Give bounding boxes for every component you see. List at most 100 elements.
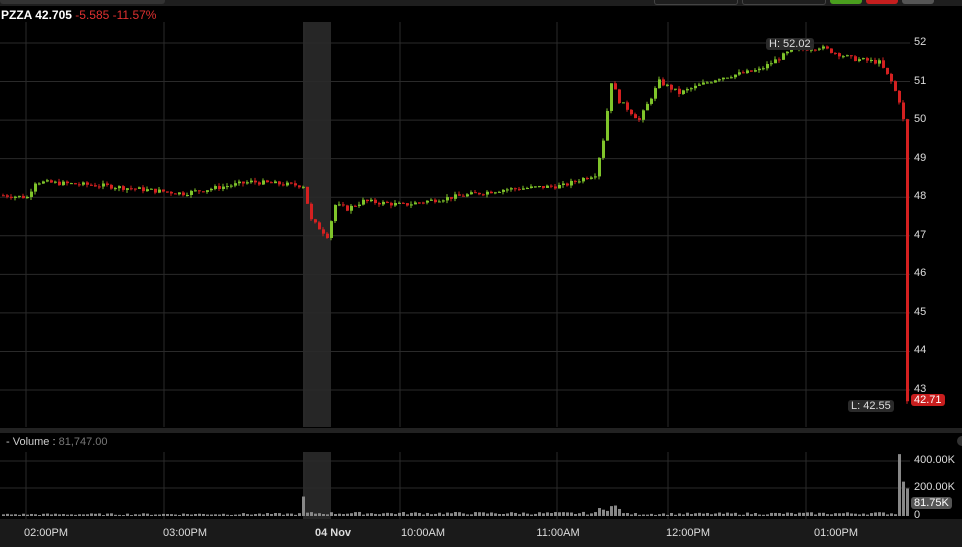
candle-body xyxy=(386,201,389,203)
candle-body xyxy=(234,183,237,186)
volume-bar xyxy=(618,508,621,516)
volume-bar xyxy=(154,514,157,516)
candle-body xyxy=(858,59,861,61)
high-label: H: 52.02 xyxy=(766,38,814,50)
volume-bar xyxy=(694,513,697,516)
candle-body xyxy=(442,200,445,202)
chart-window: PZZA 42.705 -5.585 -11.57% - Volume : 81… xyxy=(0,0,962,547)
volume-bar xyxy=(14,514,17,516)
volume-bar xyxy=(658,514,661,516)
candle-body xyxy=(534,186,537,188)
volume-bar xyxy=(322,514,325,516)
candle-body xyxy=(62,181,65,186)
candle-body xyxy=(614,83,617,90)
volume-bar xyxy=(810,512,813,516)
candle-body xyxy=(130,188,133,190)
volume-bar xyxy=(54,513,57,516)
candle-body xyxy=(270,182,273,184)
volume-bar xyxy=(462,513,465,516)
volume-bar xyxy=(602,509,605,516)
time-axis[interactable]: 02:00PM 03:00PM 04 Nov 10:00AM 11:00AM 12:00P… xyxy=(0,519,962,547)
candle-body xyxy=(478,192,481,195)
volume-bar xyxy=(774,512,777,516)
volume-bar xyxy=(186,514,189,516)
volume-bar xyxy=(494,513,497,516)
time-tick-label: 03:00PM xyxy=(162,527,208,539)
volume-bar xyxy=(898,454,901,516)
candle-body xyxy=(346,205,349,211)
candle-body xyxy=(82,182,85,185)
candle-body xyxy=(282,184,285,186)
candle-body xyxy=(86,182,89,185)
candle-body xyxy=(354,205,357,207)
candle-body xyxy=(242,181,245,184)
candle-body xyxy=(142,187,145,192)
candle-body xyxy=(590,177,593,179)
candle-body xyxy=(446,197,449,201)
candle-body xyxy=(782,53,785,60)
volume-bar xyxy=(34,514,37,516)
volume-bar xyxy=(754,513,757,516)
volume-bar xyxy=(702,513,705,516)
volume-bar xyxy=(98,513,101,516)
volume-bar xyxy=(734,512,737,516)
volume-bar xyxy=(886,514,889,516)
candle-body xyxy=(842,56,845,58)
candle-body xyxy=(178,192,181,195)
volume-bar xyxy=(542,513,545,516)
volume-bar xyxy=(446,512,449,516)
volume-bar xyxy=(130,515,133,516)
candle-body xyxy=(18,195,21,197)
volume-bar xyxy=(878,512,881,516)
volume-bar xyxy=(106,513,109,516)
candle-body xyxy=(126,188,129,190)
volume-bar xyxy=(482,512,485,516)
volume-bar xyxy=(102,515,105,516)
volume-bar xyxy=(162,513,165,516)
volume-bar xyxy=(550,513,553,516)
candle-body xyxy=(278,181,281,185)
candle-body xyxy=(158,189,161,193)
volume-bar xyxy=(182,513,185,516)
candle-body xyxy=(622,102,625,104)
price-chart[interactable] xyxy=(0,0,962,547)
volume-bar xyxy=(202,513,205,516)
volume-bar xyxy=(282,514,285,516)
volume-bar xyxy=(410,512,413,516)
candle-body xyxy=(642,110,645,120)
candle-body xyxy=(702,82,705,85)
candle-body xyxy=(374,199,377,204)
volume-bar xyxy=(538,512,541,516)
candle-body xyxy=(462,195,465,197)
candle-body xyxy=(438,201,441,203)
candle-body xyxy=(286,182,289,186)
candle-body xyxy=(450,197,453,199)
candle-body xyxy=(786,51,789,54)
volume-bar xyxy=(842,513,845,516)
volume-bar xyxy=(498,513,501,516)
candle-body xyxy=(742,72,745,74)
candle-body xyxy=(526,188,529,190)
volume-bar xyxy=(638,514,641,516)
volume-bar xyxy=(426,512,429,516)
candle-body xyxy=(846,55,849,57)
candle-body xyxy=(110,184,113,189)
candle-body xyxy=(586,178,589,180)
volume-tick-label: 400.00K xyxy=(914,454,955,466)
candle-body xyxy=(10,196,13,198)
candle-body xyxy=(302,186,305,188)
volume-bar xyxy=(114,514,117,516)
candle-body xyxy=(138,187,141,189)
candle-body xyxy=(370,199,373,202)
volume-bar xyxy=(358,511,361,516)
volume-bar xyxy=(38,514,41,516)
candle-body xyxy=(434,199,437,203)
candle-body xyxy=(198,190,201,192)
candle-body xyxy=(74,183,77,185)
session-gap-band-volume xyxy=(303,452,331,519)
candle-body xyxy=(870,59,873,61)
quote-header: PZZA 42.705 -5.585 -11.57% xyxy=(1,8,156,22)
volume-bar xyxy=(118,514,121,516)
candle-body xyxy=(638,118,641,120)
candle-body xyxy=(906,119,909,402)
